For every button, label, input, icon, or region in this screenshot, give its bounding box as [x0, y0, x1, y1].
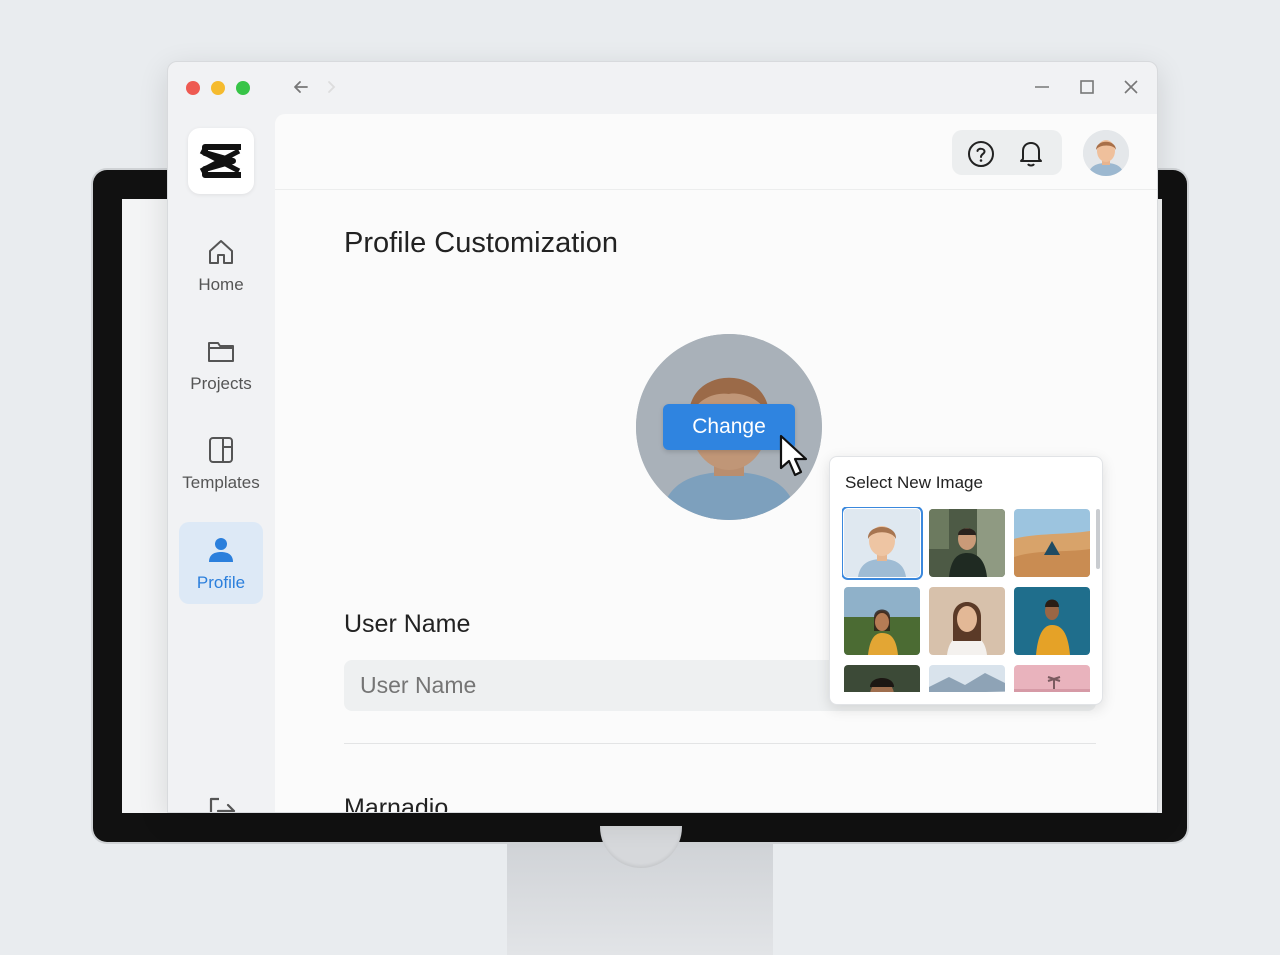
sidebar-item-templates[interactable]: Templates [179, 422, 263, 504]
thumbnail-man-outdoors[interactable] [929, 509, 1005, 577]
page-title: Profile Customization [344, 227, 618, 259]
sidebar-item-label: Profile [196, 573, 246, 592]
zoom-window-dot[interactable] [236, 81, 250, 95]
thumbnail-default-avatar[interactable] [842, 507, 923, 580]
sidebar-item-profile[interactable]: Profile [179, 522, 263, 604]
app-logo-icon[interactable] [188, 128, 254, 194]
sidebar: Home Projects Templates Profile [168, 114, 274, 812]
folder-icon [206, 334, 236, 368]
image-picker-popover: Select New Image [829, 456, 1103, 705]
thumbnail-desert-tent[interactable] [1014, 509, 1090, 577]
template-icon [206, 433, 236, 467]
thumbnail-grid [842, 507, 1092, 692]
main-content: Profile Customization Change User Name M… [275, 114, 1157, 813]
app-window: Home Projects Templates Profile Profile … [167, 61, 1158, 813]
section-divider [344, 743, 1096, 744]
popover-scrollbar[interactable] [1096, 509, 1100, 569]
image-picker-title: Select New Image [845, 473, 983, 492]
title-bar [168, 62, 1157, 114]
next-section-label: Marnadio [344, 794, 449, 813]
thumbnail-woman-portrait[interactable] [929, 587, 1005, 655]
logout-icon[interactable] [205, 794, 239, 812]
chevron-right-icon[interactable] [320, 76, 342, 98]
minimize-icon[interactable] [1031, 76, 1053, 98]
mouse-cursor-icon [778, 434, 812, 483]
maximize-icon[interactable] [1076, 76, 1098, 98]
thumbnail-woman-field[interactable] [844, 587, 920, 655]
thumbnail-man-portrait[interactable] [844, 665, 920, 692]
arrow-left-icon[interactable] [290, 76, 312, 98]
thumbnail-woman-yellow-coat[interactable] [1014, 587, 1090, 655]
thumbnail-mountain-landscape[interactable] [929, 665, 1005, 692]
avatar[interactable] [1083, 130, 1129, 176]
change-avatar-button[interactable]: Change [663, 404, 795, 450]
close-window-dot[interactable] [186, 81, 200, 95]
top-bar [275, 114, 1157, 190]
help-icon[interactable] [967, 140, 995, 173]
home-icon [206, 235, 236, 269]
sidebar-item-label: Home [198, 275, 244, 294]
user-icon [206, 533, 236, 567]
sidebar-item-label: Templates [182, 473, 260, 492]
sidebar-item-projects[interactable]: Projects [179, 323, 263, 405]
header-actions [952, 130, 1062, 175]
username-label: User Name [344, 610, 471, 638]
minimize-window-dot[interactable] [211, 81, 225, 95]
bell-icon[interactable] [1017, 138, 1045, 173]
sidebar-item-label: Projects [190, 374, 252, 393]
close-icon[interactable] [1120, 76, 1142, 98]
sidebar-item-home[interactable]: Home [179, 224, 263, 306]
thumbnail-pink-sky-palm[interactable] [1014, 665, 1090, 692]
